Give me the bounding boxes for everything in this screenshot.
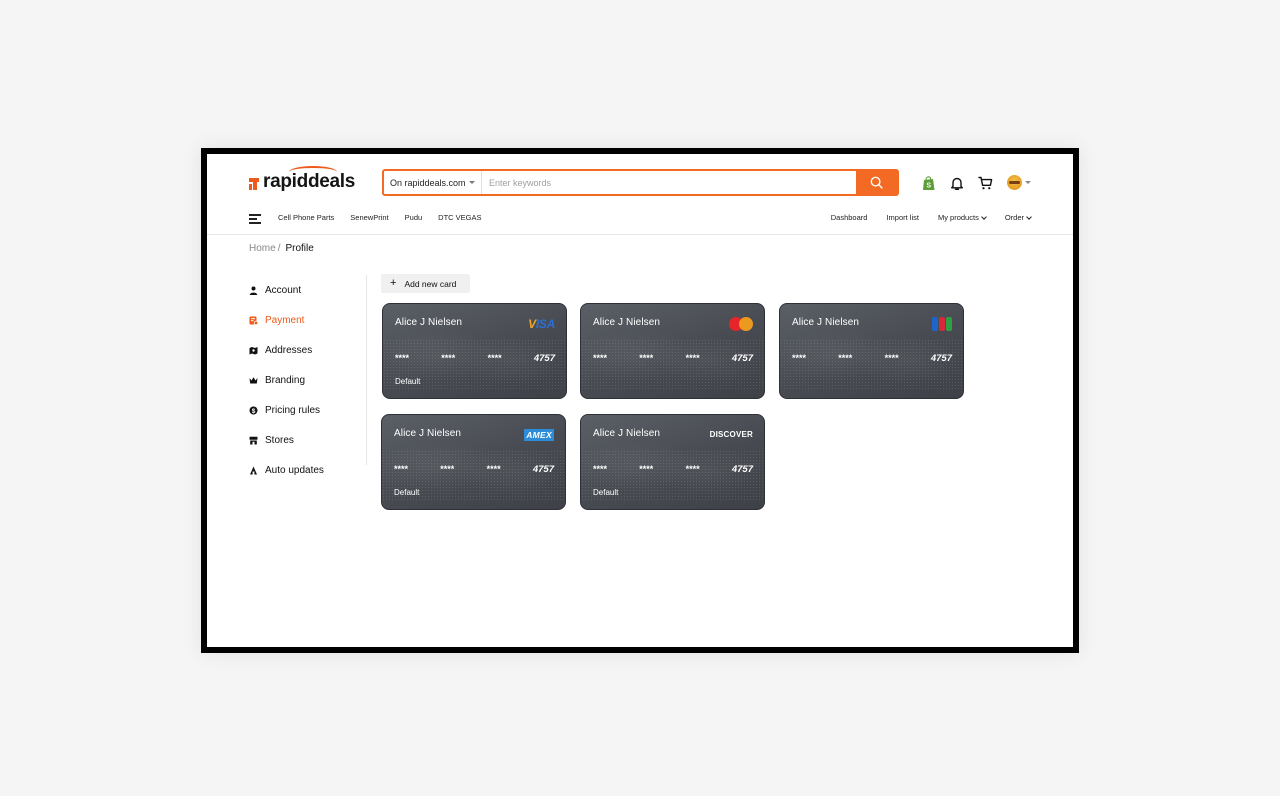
crown-icon (249, 376, 258, 385)
user-icon (249, 286, 258, 295)
sidebar-item-payment[interactable]: Payment (249, 305, 366, 335)
search-scope-select[interactable]: On rapiddeals.com (384, 171, 482, 194)
card-holder-name: Alice J Nielsen (593, 317, 661, 328)
menu-icon[interactable] (249, 214, 261, 224)
jcb-logo-icon (932, 316, 952, 331)
breadcrumb-separator: / (277, 243, 281, 254)
bell-icon[interactable] (949, 175, 965, 191)
nav-link-senewprint[interactable]: SenewPrint (350, 213, 388, 222)
chevron-down-icon (1026, 213, 1032, 220)
default-label: Default (593, 488, 619, 497)
auto-update-icon (249, 466, 258, 475)
store-icon (249, 436, 258, 445)
chevron-down-icon (1025, 181, 1031, 184)
top-nav: Cell Phone Parts SenewPrint Pudu DTC VEG… (207, 210, 1073, 235)
avatar (1007, 175, 1022, 190)
app-screen: rapiddeals On rapiddeals.com S (207, 154, 1073, 647)
card-number: **** **** **** 4757 (394, 464, 554, 475)
nav-link-dtc-vegas[interactable]: DTC VEGAS (438, 213, 481, 222)
card-holder-name: Alice J Nielsen (792, 317, 860, 328)
breadcrumb: Home / Profile (249, 243, 314, 254)
payment-card-discover[interactable]: Alice J Nielsen DISCOVER **** **** **** 475… (580, 414, 765, 510)
plus-icon: + (390, 277, 397, 289)
user-menu[interactable] (1007, 175, 1031, 190)
breadcrumb-current: Profile (285, 243, 314, 254)
card-holder-name: Alice J Nielsen (593, 428, 661, 439)
chevron-down-icon (980, 213, 987, 220)
monitor-frame: rapiddeals On rapiddeals.com S (201, 148, 1079, 653)
sidebar-item-branding[interactable]: Branding (249, 365, 366, 395)
profile-sidebar: Account Payment Addresses Branding $ Pri… (249, 275, 367, 476)
visa-logo-icon: VISA (528, 316, 555, 331)
nav-link-dashboard[interactable]: Dashboard (831, 213, 868, 222)
nav-link-import-list[interactable]: Import list (886, 213, 919, 222)
search-button[interactable] (856, 171, 897, 194)
nav-dropdown-order[interactable]: Order (1005, 213, 1032, 222)
mastercard-logo-icon (729, 316, 753, 331)
add-new-card-button[interactable]: + Add new card (381, 274, 470, 293)
nav-link-pudu[interactable]: Pudu (405, 213, 423, 222)
nav-link-cell-phone-parts[interactable]: Cell Phone Parts (278, 213, 334, 222)
card-number: **** **** **** 4757 (593, 464, 753, 475)
card-holder-name: Alice J Nielsen (394, 428, 462, 439)
card-holder-name: Alice J Nielsen (395, 317, 463, 328)
card-number: **** **** **** 4757 (593, 353, 753, 364)
search-icon (870, 176, 883, 189)
svg-text:$: $ (252, 408, 256, 415)
default-label: Default (394, 488, 420, 497)
search-bar: On rapiddeals.com (382, 169, 899, 196)
sidebar-item-pricing-rules[interactable]: $ Pricing rules (249, 395, 366, 425)
amex-logo-icon: AMEX (524, 428, 554, 441)
search-input[interactable] (482, 171, 856, 194)
card-number: **** **** **** 4757 (395, 353, 555, 364)
sidebar-item-auto-updates[interactable]: Auto updates (249, 455, 366, 485)
default-label: Default (395, 377, 421, 386)
payment-card-visa[interactable]: Alice J Nielsen VISA **** **** **** 4757 De… (382, 303, 567, 399)
cart-icon[interactable] (977, 175, 993, 191)
logo[interactable]: rapiddeals (249, 166, 355, 193)
nav-dropdown-my-products[interactable]: My products (938, 213, 987, 222)
dollar-icon: $ (249, 406, 258, 415)
address-icon (249, 346, 258, 355)
payment-card-jcb[interactable]: Alice J Nielsen **** **** **** 4757 (779, 303, 964, 399)
sidebar-item-stores[interactable]: Stores (249, 425, 366, 455)
shopify-icon[interactable]: S (920, 175, 936, 191)
discover-logo-icon: DISCOVER (709, 430, 753, 439)
card-number: **** **** **** 4757 (792, 353, 952, 364)
payment-icon (249, 316, 258, 325)
svg-text:S: S (926, 182, 931, 189)
sidebar-item-account[interactable]: Account (249, 275, 366, 305)
sidebar-item-addresses[interactable]: Addresses (249, 335, 366, 365)
breadcrumb-home[interactable]: Home (249, 243, 276, 254)
payment-card-amex[interactable]: Alice J Nielsen AMEX **** **** **** 4757 De… (381, 414, 566, 510)
logo-text: rapiddeals (263, 166, 355, 193)
chevron-down-icon (469, 181, 475, 184)
payment-card-mastercard[interactable]: Alice J Nielsen **** **** **** 4757 (580, 303, 765, 399)
logo-mark-icon (249, 178, 259, 190)
